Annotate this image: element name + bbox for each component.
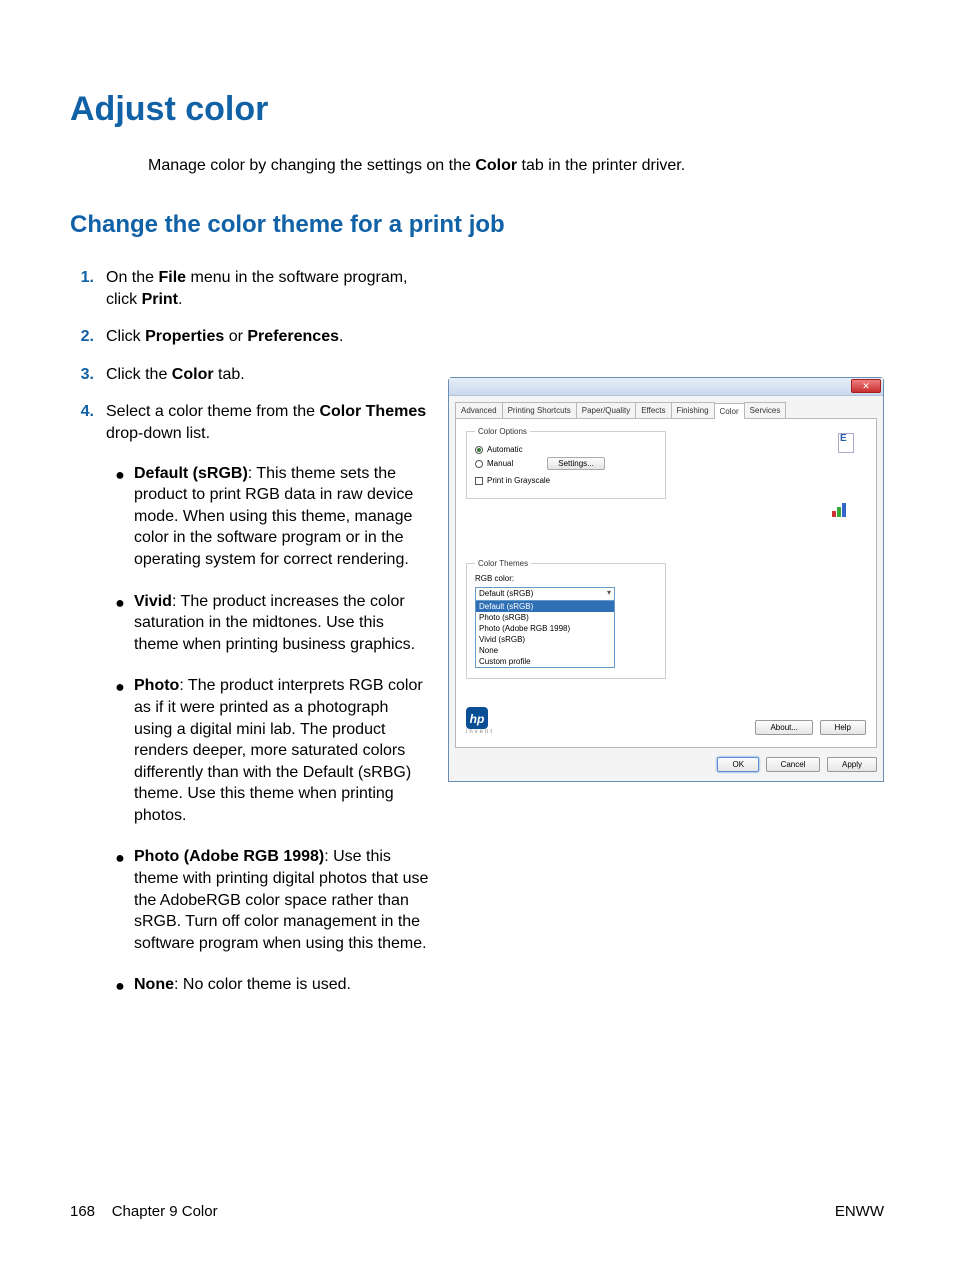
automatic-label: Automatic	[487, 445, 523, 454]
bullet-1: Default (sRGB): This theme sets the prod…	[134, 463, 430, 571]
rgb-color-combo[interactable]: Default (sRGB)	[475, 587, 615, 601]
sub-heading: Change the color theme for a print job	[70, 211, 884, 239]
apply-button[interactable]: Apply	[827, 757, 877, 772]
step-number: 4.	[76, 401, 106, 1018]
color-options-group: Color Options Automatic Manual Settings.…	[466, 427, 666, 499]
bullet-3: Photo: The product interprets RGB color …	[134, 675, 430, 826]
combo-option[interactable]: Vivid (sRGB)	[476, 634, 614, 645]
combo-option[interactable]: None	[476, 645, 614, 656]
step-2-text: Click Properties or Preferences.	[106, 326, 430, 348]
grayscale-checkbox[interactable]	[475, 477, 483, 485]
manual-label: Manual	[487, 459, 513, 468]
bullet-icon: ●	[106, 974, 134, 998]
hp-invent-text: invent	[466, 729, 494, 735]
bullet-icon: ●	[106, 675, 134, 826]
step-3-text: Click the Color tab.	[106, 364, 430, 386]
settings-button[interactable]: Settings...	[547, 457, 605, 470]
chapter-label: Chapter 9 Color	[112, 1203, 218, 1220]
intro-post: tab in the printer driver.	[517, 157, 685, 174]
step-number: 3.	[76, 364, 106, 386]
dialog-footer-buttons: OK Cancel Apply	[455, 754, 877, 775]
color-options-legend: Color Options	[475, 427, 530, 436]
bullet-icon: ●	[106, 591, 134, 656]
dialog-tabs: Advanced Printing Shortcuts Paper/Qualit…	[455, 402, 877, 419]
bullet-icon: ●	[106, 463, 134, 571]
ok-button[interactable]: OK	[717, 757, 759, 772]
steps-list: 1. On the File menu in the software prog…	[70, 267, 430, 1018]
step-1-text: On the File menu in the software program…	[106, 267, 430, 310]
tab-services[interactable]: Services	[744, 402, 787, 418]
tab-advanced[interactable]: Advanced	[455, 402, 503, 418]
color-themes-legend: Color Themes	[475, 559, 531, 568]
combo-option[interactable]: Photo (sRGB)	[476, 612, 614, 623]
rgb-color-dropdown-list: Default (sRGB) Photo (sRGB) Photo (Adobe…	[475, 601, 615, 668]
step-number: 1.	[76, 267, 106, 310]
radio-automatic[interactable]	[475, 446, 483, 454]
combo-option[interactable]: Default (sRGB)	[476, 601, 614, 612]
tab-finishing[interactable]: Finishing	[671, 402, 715, 418]
intro-bold: Color	[475, 157, 517, 174]
bullet-5: None: No color theme is used.	[134, 974, 430, 998]
tab-color[interactable]: Color	[714, 403, 745, 419]
color-panel: E Color Options Automatic Manual Setting…	[455, 419, 877, 748]
help-button[interactable]: Help	[820, 720, 866, 735]
tab-effects[interactable]: Effects	[635, 402, 671, 418]
combo-option[interactable]: Custom profile	[476, 656, 614, 667]
hp-logo-icon: hp	[466, 707, 488, 729]
bullet-4: Photo (Adobe RGB 1998): Use this theme w…	[134, 846, 430, 954]
bars-icon	[832, 501, 854, 517]
intro-paragraph: Manage color by changing the settings on…	[148, 157, 884, 175]
bullet-2: Vivid: The product increases the color s…	[134, 591, 430, 656]
step-4-text: Select a color theme from the Color Them…	[106, 401, 430, 1018]
page-footer: 168 Chapter 9 Color ENWW	[70, 1203, 884, 1220]
page-number: 168	[70, 1203, 95, 1220]
bullet-list: ●Default (sRGB): This theme sets the pro…	[106, 463, 430, 998]
radio-manual[interactable]	[475, 460, 483, 468]
intro-pre: Manage color by changing the settings on…	[148, 157, 475, 174]
bullet-icon: ●	[106, 846, 134, 954]
printer-dialog: ✕ Advanced Printing Shortcuts Paper/Qual…	[448, 377, 884, 782]
footer-right: ENWW	[835, 1203, 884, 1220]
dialog-titlebar[interactable]: ✕	[449, 378, 883, 396]
step-number: 2.	[76, 326, 106, 348]
grayscale-label: Print in Grayscale	[487, 476, 550, 485]
rgb-color-label: RGB color:	[475, 574, 657, 583]
page-heading: Adjust color	[70, 90, 884, 129]
about-button[interactable]: About...	[755, 720, 813, 735]
tab-paper-quality[interactable]: Paper/Quality	[576, 402, 636, 418]
preview-e-icon: E	[838, 433, 854, 453]
tab-printing-shortcuts[interactable]: Printing Shortcuts	[502, 402, 577, 418]
color-themes-group: Color Themes RGB color: Default (sRGB) D…	[466, 559, 666, 679]
combo-option[interactable]: Photo (Adobe RGB 1998)	[476, 623, 614, 634]
cancel-button[interactable]: Cancel	[766, 757, 821, 772]
close-icon[interactable]: ✕	[851, 379, 881, 393]
